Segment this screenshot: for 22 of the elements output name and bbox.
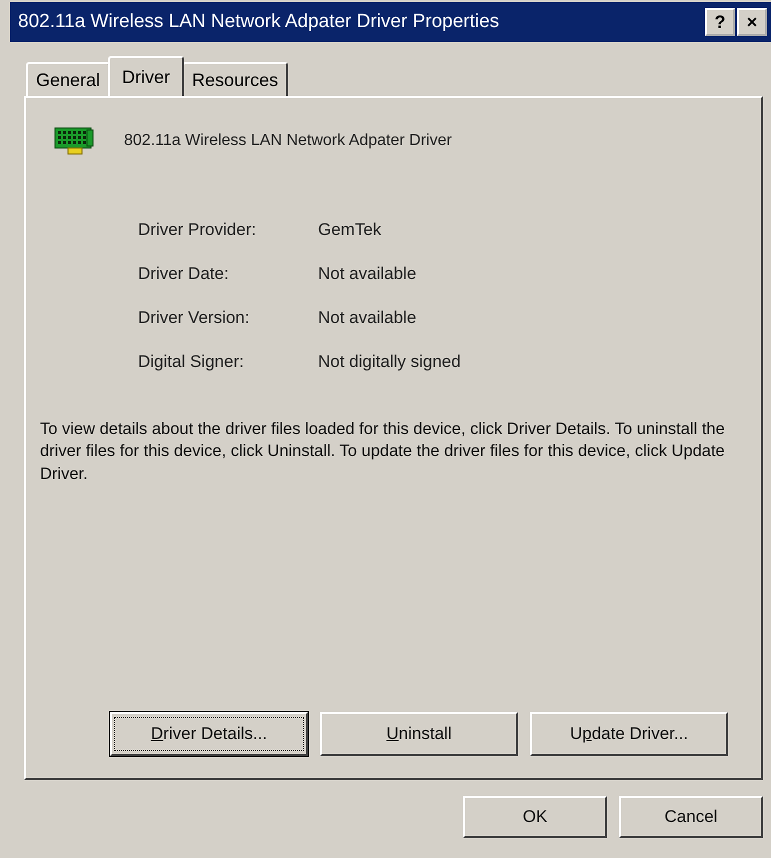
- tab[interactable]: General: [26, 62, 110, 96]
- help-button[interactable]: ?: [705, 8, 735, 36]
- property-value: Not digitally signed: [318, 352, 462, 372]
- property-value: Not available: [318, 264, 418, 284]
- driver-button[interactable]: Driver Details...: [110, 712, 308, 756]
- cancel-button[interactable]: Cancel: [619, 796, 763, 838]
- property-label: Digital Signer:: [138, 352, 245, 372]
- driver-button[interactable]: Update Driver...: [530, 712, 728, 756]
- ok-button[interactable]: OK: [463, 796, 607, 838]
- driver-button[interactable]: Uninstall: [320, 712, 518, 756]
- close-button[interactable]: ×: [737, 8, 767, 36]
- device-name: 802.11a Wireless LAN Network Adpater Driver: [124, 132, 452, 150]
- property-label: Driver Date:: [138, 264, 230, 284]
- description-text: To view details about the driver files loaded for this device, click Driver Details. To uninstall the driver files for this device, click Uninstall. To update the driver files for this device, click Update Driver.: [40, 419, 726, 485]
- tab[interactable]: Driver: [108, 56, 184, 96]
- window-title: 802.11a Wireless LAN Network Adpater Driver Properties: [18, 11, 500, 33]
- property-value: GemTek: [318, 220, 382, 240]
- property-label: Driver Version:: [138, 308, 250, 328]
- network-card-icon: [54, 126, 94, 156]
- property-label: Driver Provider:: [138, 220, 258, 240]
- property-value: Not available: [318, 308, 418, 328]
- tab[interactable]: Resources: [182, 62, 288, 96]
